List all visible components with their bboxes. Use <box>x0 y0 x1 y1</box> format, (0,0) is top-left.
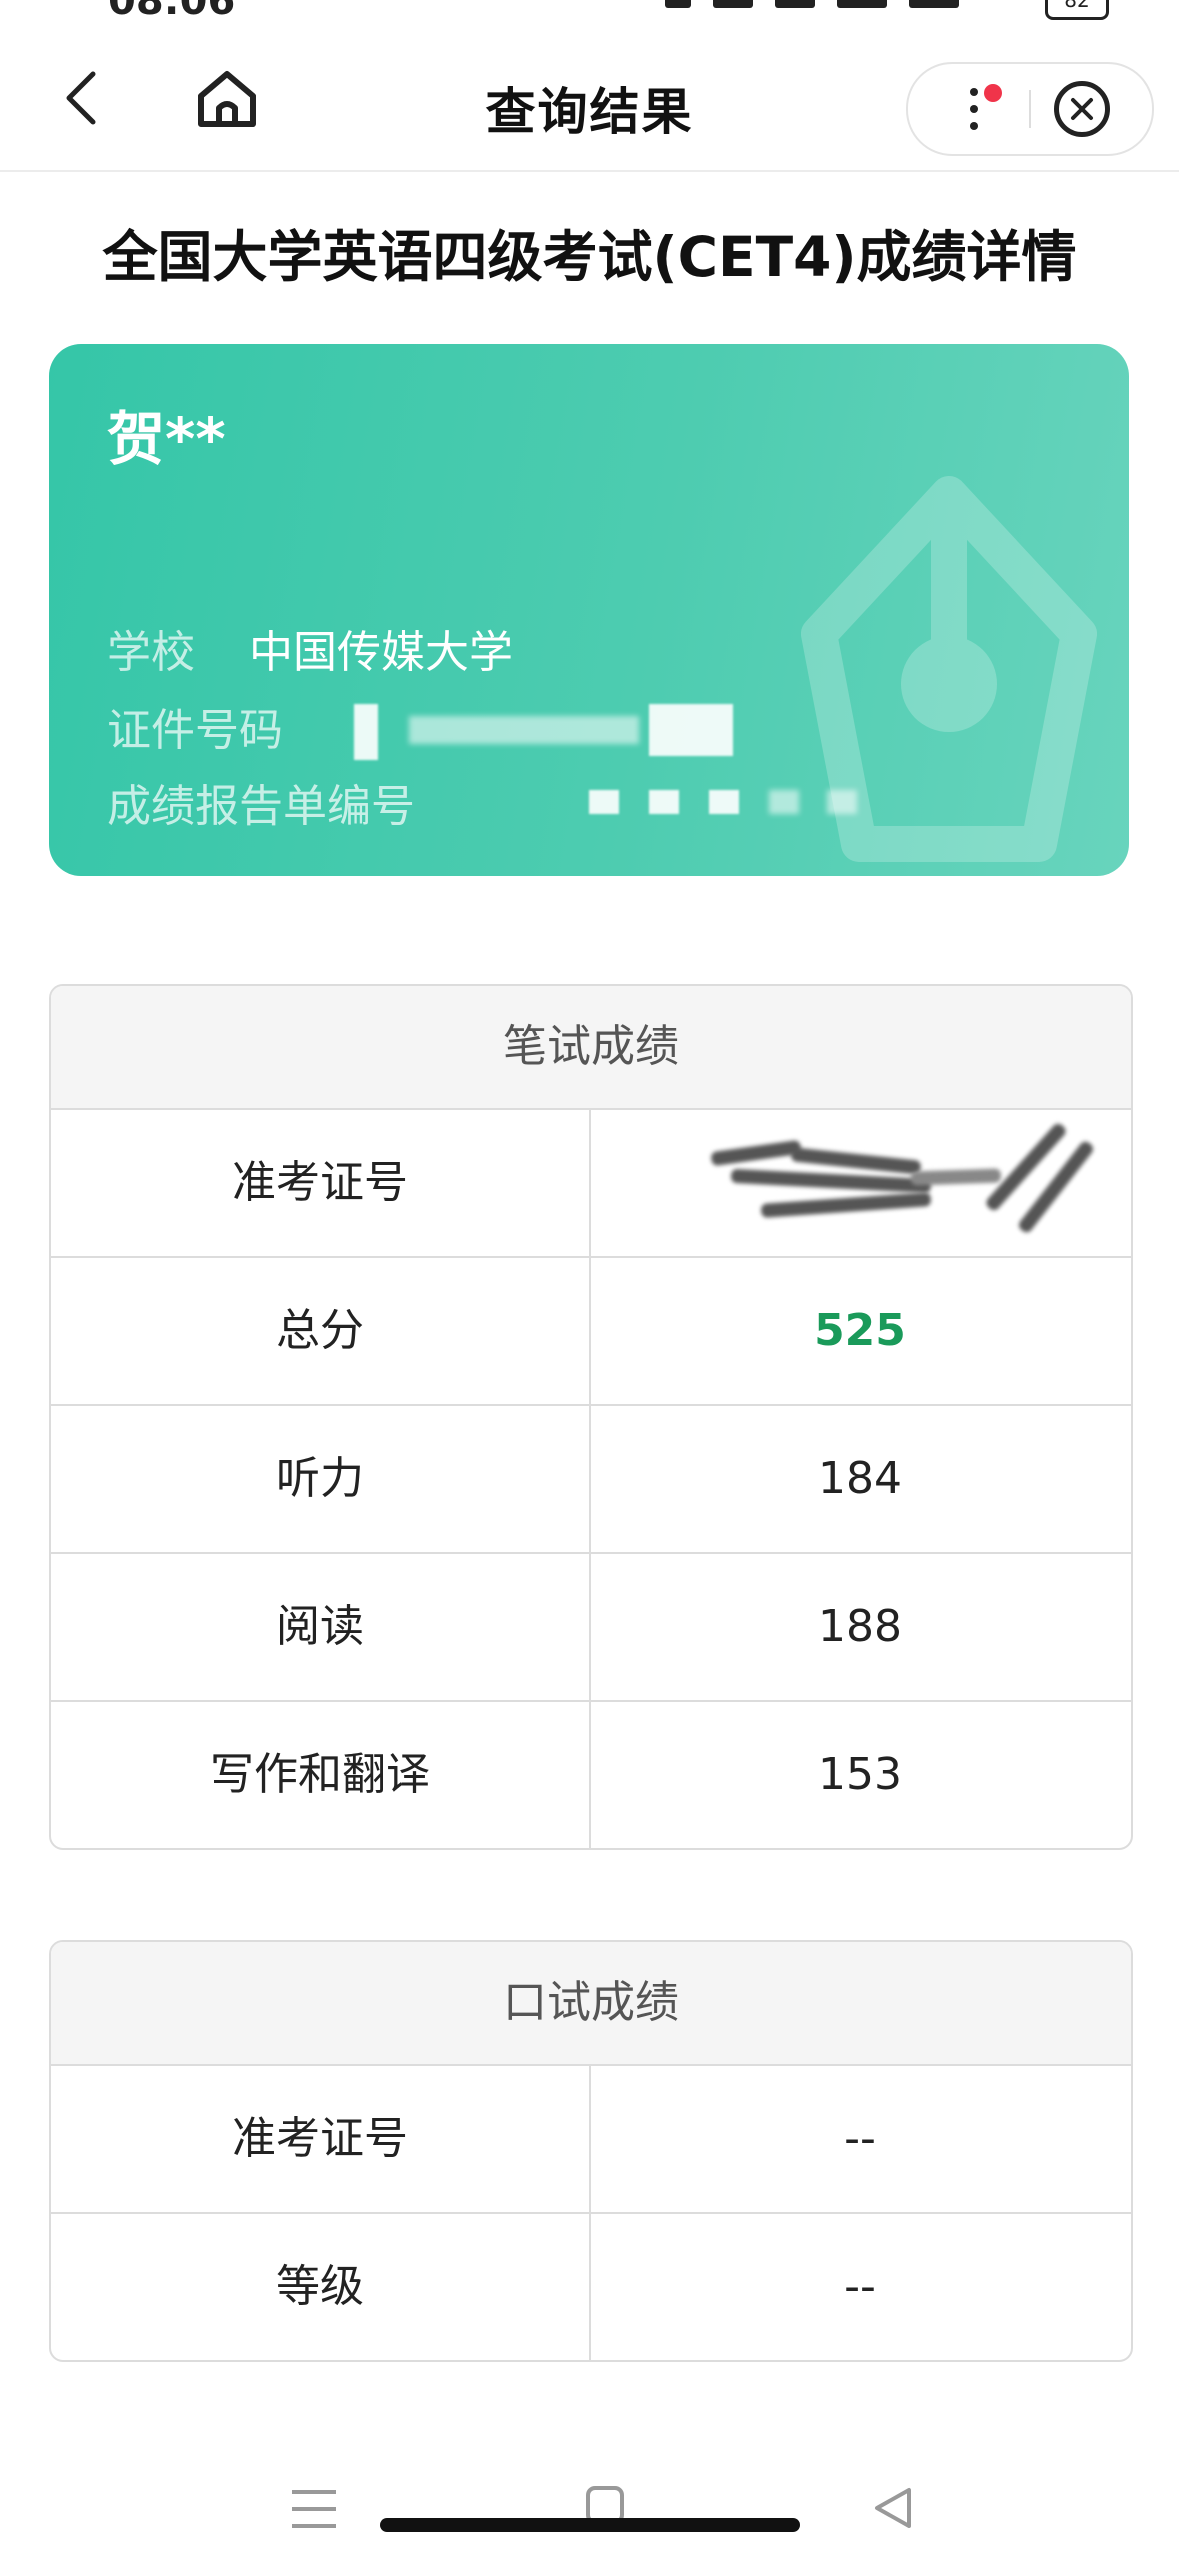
system-back-button[interactable] <box>873 2486 913 2530</box>
capsule-divider <box>1029 90 1031 128</box>
report-label: 成绩报告单编号 <box>107 781 415 832</box>
report-redaction <box>769 790 799 814</box>
admission-number-redaction <box>591 1110 1129 1256</box>
more-icon-dot <box>970 105 978 113</box>
nfc-icon <box>713 0 753 8</box>
table-row: 总分 525 <box>51 1258 1131 1406</box>
total-score-label: 总分 <box>51 1258 591 1404</box>
reading-value: 188 <box>818 1601 902 1652</box>
table-row: 准考证号 -- <box>51 2066 1131 2214</box>
writing-translation-value: 153 <box>818 1749 902 1800</box>
table-row: 准考证号 <box>51 1110 1131 1258</box>
menu-button[interactable] <box>292 2490 336 2530</box>
watermark-pen-icon <box>801 476 1097 862</box>
location-icon <box>665 0 691 8</box>
id-label: 证件号码 <box>107 705 283 756</box>
id-redaction <box>649 704 733 756</box>
id-redaction <box>409 716 639 744</box>
page-title: 全国大学英语四级考试(CET4)成绩详情 <box>102 225 1077 289</box>
system-navigation-bar <box>0 2450 1179 2556</box>
school-row: 学校 中国传媒大学 <box>107 616 513 680</box>
report-redaction <box>649 790 679 814</box>
oral-grade-value: -- <box>844 2261 876 2312</box>
report-row: 成绩报告单编号 <box>107 770 415 834</box>
navigation-bar: 查询结果 <box>0 30 1179 172</box>
triangle-back-icon <box>875 2488 911 2528</box>
close-circle-icon <box>1071 98 1093 120</box>
signal-icon <box>837 0 887 8</box>
table-row: 听力 184 <box>51 1406 1131 1554</box>
status-bar: 08:06 82 <box>0 0 1179 30</box>
menu-icon-line <box>292 2507 336 2511</box>
status-icons <box>665 0 959 16</box>
oral-grade-label: 等级 <box>51 2214 591 2360</box>
oral-table-header: 口试成绩 <box>51 1942 1131 2066</box>
candidate-info-card: 贺** 学校 中国传媒大学 证件号码 成绩报告单编号 <box>49 344 1129 876</box>
wifi-icon <box>775 0 815 8</box>
admission-number-label: 准考证号 <box>51 1110 591 1256</box>
school-value: 中国传媒大学 <box>249 627 513 678</box>
more-icon-dot <box>970 122 978 130</box>
reading-label: 阅读 <box>51 1554 591 1700</box>
oral-score-table: 口试成绩 准考证号 -- 等级 -- <box>49 1940 1133 2362</box>
report-redaction <box>709 790 739 814</box>
menu-icon <box>292 2490 336 2494</box>
oral-admission-number-value: -- <box>844 2113 876 2164</box>
report-redaction <box>589 790 619 814</box>
battery-indicator: 82 <box>1045 0 1109 20</box>
id-row: 证件号码 <box>107 694 283 758</box>
listening-label: 听力 <box>51 1406 591 1552</box>
oral-admission-number-label: 准考证号 <box>51 2066 591 2212</box>
signal-icon-2 <box>909 0 959 8</box>
close-button[interactable] <box>1054 81 1110 137</box>
table-row: 等级 -- <box>51 2214 1131 2360</box>
notification-badge <box>984 84 1002 102</box>
id-redaction <box>354 704 378 760</box>
status-time: 08:06 <box>108 0 236 24</box>
school-label: 学校 <box>107 627 195 678</box>
written-score-table: 笔试成绩 准考证号 总分 525 听力 184 阅读 188 写作和翻译 153 <box>49 984 1133 1850</box>
home-indicator[interactable] <box>380 2518 800 2532</box>
more-button[interactable] <box>908 64 1028 154</box>
listening-value: 184 <box>818 1453 902 1504</box>
more-icon <box>970 88 978 96</box>
table-row: 阅读 188 <box>51 1554 1131 1702</box>
miniprogram-capsule <box>906 62 1154 156</box>
report-redaction <box>827 790 857 814</box>
written-table-header: 笔试成绩 <box>51 986 1131 1110</box>
candidate-name: 贺** <box>107 405 226 473</box>
menu-icon-line <box>292 2524 336 2528</box>
total-score-value: 525 <box>814 1305 906 1356</box>
admission-number-value <box>591 1110 1129 1256</box>
writing-translation-label: 写作和翻译 <box>51 1702 591 1848</box>
table-row: 写作和翻译 153 <box>51 1702 1131 1848</box>
